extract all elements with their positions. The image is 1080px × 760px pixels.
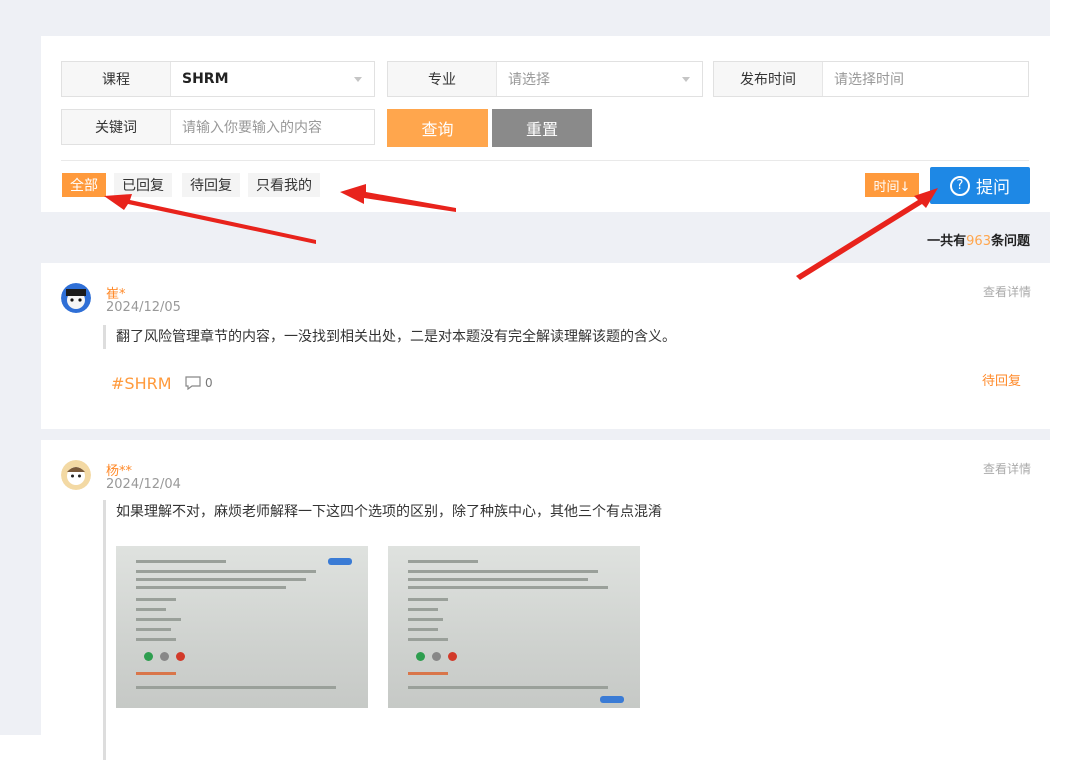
question-circle-icon: ? <box>950 175 970 196</box>
post-date: 2024/12/05 <box>106 300 181 315</box>
keyword-placeholder: 请输入你要输入的内容 <box>182 120 322 136</box>
tab-all[interactable]: 全部 <box>62 173 106 197</box>
attachment-image[interactable] <box>388 546 640 708</box>
post-card: 崔* 2024/12/05 查看详情 翻了风险管理章节的内容，一没找到相关出处，… <box>41 263 1051 429</box>
ask-question-button[interactable]: ? 提问 <box>930 167 1030 204</box>
keyword-input[interactable]: 关键词 请输入你要输入的内容 <box>61 109 375 145</box>
publish-time-picker[interactable]: 发布时间 请选择时间 <box>713 61 1029 97</box>
course-select[interactable]: 课程 SHRM <box>61 61 375 97</box>
course-label: 课程 <box>62 62 171 96</box>
chevron-down-icon <box>682 77 690 82</box>
post-tag[interactable]: #SHRM <box>111 374 172 393</box>
attachment-image[interactable] <box>116 546 368 708</box>
post-content-text: 如果理解不对，麻烦老师解释一下这四个选项的区别，除了种族中心，其他三个有点混淆 <box>116 504 662 520</box>
ask-label: 提问 <box>976 178 1010 198</box>
course-value: SHRM <box>182 71 229 87</box>
tab-pending[interactable]: 待回复 <box>182 173 240 197</box>
major-select[interactable]: 专业 请选择 <box>387 61 703 97</box>
divider <box>61 160 1029 161</box>
publish-time-placeholder: 请选择时间 <box>834 72 904 88</box>
avatar <box>61 460 91 490</box>
post-card: 杨** 2024/12/04 查看详情 如果理解不对，麻烦老师解释一下这四个选项… <box>41 440 1051 760</box>
chevron-down-icon <box>354 77 362 82</box>
sort-time-button[interactable]: 时间↓ <box>865 173 919 197</box>
reset-button[interactable]: 重置 <box>492 109 592 147</box>
total-number: 963 <box>966 234 991 249</box>
comment-count[interactable]: 0 <box>185 376 213 390</box>
post-content: 翻了风险管理章节的内容，一没找到相关出处，二是对本题没有完全解读理解该题的含义。 <box>103 325 676 349</box>
post-date: 2024/12/04 <box>106 477 181 492</box>
publish-time-label: 发布时间 <box>714 62 823 96</box>
major-label: 专业 <box>388 62 497 96</box>
view-detail-link[interactable]: 查看详情 <box>983 460 1031 477</box>
query-button[interactable]: 查询 <box>387 109 488 147</box>
keyword-label: 关键词 <box>62 110 171 144</box>
tab-mine[interactable]: 只看我的 <box>248 173 320 197</box>
comment-icon <box>185 376 201 390</box>
avatar <box>61 283 91 313</box>
view-detail-link[interactable]: 查看详情 <box>983 283 1031 300</box>
major-placeholder: 请选择 <box>508 72 550 88</box>
total-count: 一共有963条问题 <box>927 234 1030 249</box>
tab-replied[interactable]: 已回复 <box>114 173 172 197</box>
status-badge: 待回复 <box>981 374 1021 389</box>
